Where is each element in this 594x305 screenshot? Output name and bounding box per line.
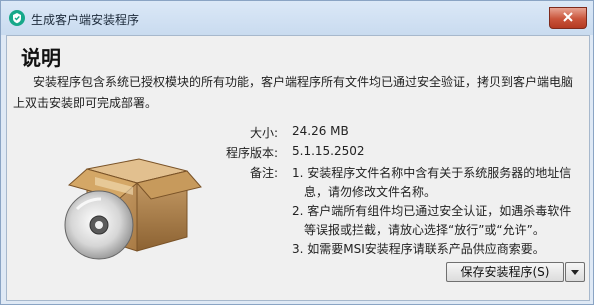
notes-list: 1. 安装程序文件名称中含有关于系统服务器的地址信息，请勿修改文件名称。 2. … — [292, 164, 582, 259]
installer-window: 生成客户端安装程序 说明 安装程序包含系统已授权模块的所有功能，客户端程序所有文… — [0, 0, 594, 305]
version-label: 程序版本: — [225, 146, 278, 160]
size-value: 24.26 MB — [292, 124, 349, 138]
page-title: 说明 — [21, 46, 61, 70]
size-label: 大小: — [249, 126, 278, 140]
close-icon — [563, 12, 573, 22]
intro-line-2: 上双击安装即可完成部署。 — [13, 96, 158, 110]
intro-line-1: 安装程序包含系统已授权模块的所有功能，客户端程序所有文件均已通过安全验证，拷贝到… — [33, 75, 574, 89]
note-item: 1. 安装程序文件名称中含有关于系统服务器的地址信息，请勿修改文件名称。 — [292, 166, 572, 199]
dialog-body: 说明 安装程序包含系统已授权模块的所有功能，客户端程序所有文件均已通过安全验证，… — [6, 35, 590, 301]
version-value: 5.1.15.2502 — [292, 144, 365, 158]
shield-app-icon — [9, 10, 25, 26]
intro-text: 安装程序包含系统已授权模块的所有功能，客户端程序所有文件均已通过安全验证，拷贝到… — [13, 72, 583, 114]
caret-down-icon — [571, 270, 579, 275]
close-button[interactable] — [549, 7, 587, 29]
notes-label: 备注: — [249, 166, 278, 180]
note-item: 3. 如需要MSI安装程序请联系产品供应商索要。 — [292, 242, 545, 256]
save-options-dropdown[interactable] — [565, 262, 585, 282]
package-box-icon — [64, 158, 202, 260]
note-item: 2. 客户端所有组件均已通过安全认证，如遇杀毒软件等误报或拦截，请放心选择“放行… — [292, 204, 572, 237]
window-title: 生成客户端安装程序 — [31, 13, 140, 27]
title-bar[interactable]: 生成客户端安装程序 — [1, 1, 593, 35]
save-installer-button[interactable]: 保存安装程序(S) — [446, 262, 564, 282]
